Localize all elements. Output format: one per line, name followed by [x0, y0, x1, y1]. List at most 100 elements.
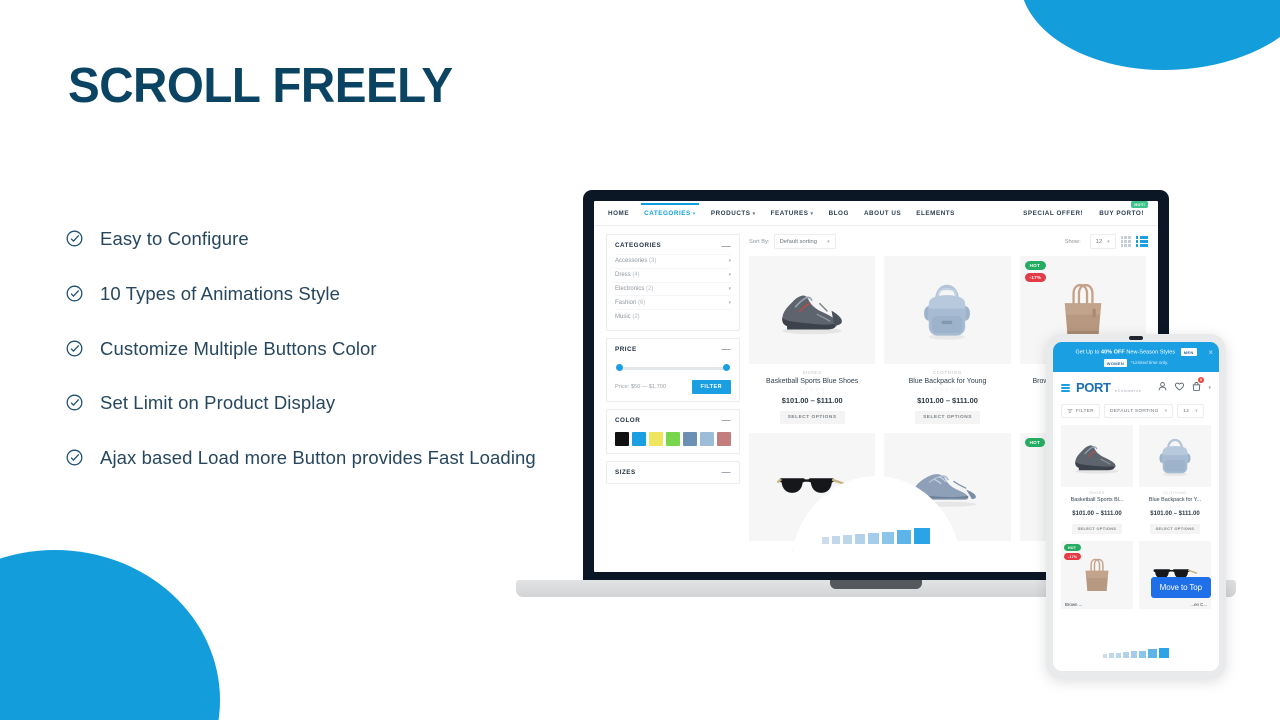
category-label: Accessories (3): [615, 258, 657, 265]
nav-item-features[interactable]: FEATURES ▾: [771, 204, 814, 223]
promo-subline: WOMEN *Limited time only.: [1060, 359, 1212, 367]
product-title[interactable]: Brown ...: [1065, 602, 1082, 607]
product-title[interactable]: Blue Backpack for Y...: [1139, 497, 1211, 503]
hot-badge: HOT: [1064, 544, 1082, 551]
feature-label: 10 Types of Animations Style: [100, 282, 341, 304]
chevron-down-icon[interactable]: ▾: [728, 300, 731, 306]
select-options-button[interactable]: SELECT OPTIONS: [779, 411, 845, 424]
women-tag[interactable]: WOMEN: [1103, 359, 1128, 367]
wishlist-heart-icon[interactable]: [1174, 379, 1185, 397]
product-price: $101.00 – $111.00: [1150, 511, 1200, 517]
phone-screen: Get Up to 40% OFF New-Season Styles MEN …: [1053, 342, 1219, 671]
collapse-icon[interactable]: —: [722, 345, 732, 354]
list-item[interactable]: Electronics (2) ▾: [615, 281, 731, 296]
product-card[interactable]: SHOES Basketball Sports Bl... ☆☆☆☆☆ $101…: [1061, 425, 1133, 535]
color-swatch[interactable]: [700, 431, 714, 446]
chevron-down-icon[interactable]: ▾: [1208, 385, 1211, 391]
categories-widget-header[interactable]: CATEGORIES —: [615, 241, 732, 254]
close-icon[interactable]: ×: [1208, 349, 1213, 357]
list-view-icon[interactable]: [1135, 236, 1149, 247]
product-card[interactable]: ...en C...: [1139, 541, 1211, 609]
discount-badge: -17%: [1024, 273, 1047, 282]
product-card[interactable]: SHOES Basketball Sports Blue Shoes ☆☆☆☆☆…: [749, 256, 876, 424]
slide-canvas: SCROLL FREELY Easy to Configure 10 Types…: [0, 0, 1280, 720]
feature-label: Set Limit on Product Display: [100, 392, 336, 414]
color-swatch[interactable]: [717, 431, 731, 446]
widget-title: COLOR: [615, 416, 641, 424]
move-to-top-button[interactable]: Move to Top: [1150, 577, 1211, 598]
show-count-select[interactable]: 12 ▾: [1089, 234, 1116, 249]
list-item[interactable]: Accessories (3) ▾: [615, 254, 731, 268]
select-options-button[interactable]: SELECT OPTIONS: [915, 411, 980, 424]
slider-handle-min[interactable]: [616, 364, 623, 372]
brand-logo[interactable]: PORT eCommerce: [1076, 379, 1142, 397]
filter-button[interactable]: FILTER: [1061, 404, 1100, 418]
site-navigation: HOME CATEGORIES ▾ PRODUCTS ▾ FEATURES ▾ BLO…: [594, 201, 1158, 226]
list-item: Set Limit on Product Display: [66, 390, 536, 417]
nav-item-special-offer[interactable]: SPECIAL OFFER!: [1023, 204, 1083, 223]
product-title[interactable]: Basketball Sports Bl...: [1061, 497, 1133, 503]
collapse-icon[interactable]: —: [722, 241, 732, 250]
color-widget-header[interactable]: COLOR —: [615, 416, 732, 429]
list-item[interactable]: Music (2): [615, 309, 731, 323]
product-title[interactable]: Basketball Sports Blue Shoes: [749, 378, 875, 385]
product-image: [1061, 425, 1133, 487]
nav-item-blog[interactable]: BLOG: [829, 204, 849, 223]
hamburger-menu-icon[interactable]: [1061, 384, 1070, 392]
category-label: Fashion (6): [615, 299, 646, 306]
product-title[interactable]: ...en C...: [1190, 602, 1207, 607]
loading-bars: [822, 528, 930, 544]
men-tag[interactable]: MEN: [1180, 348, 1197, 356]
nav-item-products[interactable]: PRODUCTS ▾: [711, 204, 756, 223]
list-item[interactable]: Dress (4) ▾: [615, 267, 731, 282]
chevron-down-icon: ▾: [752, 210, 756, 217]
filter-button[interactable]: FILTER: [691, 379, 731, 394]
list-item: 10 Types of Animations Style: [66, 281, 536, 308]
account-icon[interactable]: [1157, 379, 1168, 397]
chevron-down-icon: ▾: [692, 210, 696, 217]
product-card[interactable]: CLOTHING Blue Backpack for Young ☆☆☆☆☆ $…: [884, 256, 1011, 424]
list-item[interactable]: Fashion (6) ▾: [615, 295, 731, 309]
collapse-icon[interactable]: —: [722, 416, 732, 425]
select-options-button[interactable]: SELECT OPTIONS: [1071, 524, 1123, 534]
categories-widget: CATEGORIES — Accessories (3) ▾ Dress (4)…: [606, 234, 740, 331]
slider-handle-max[interactable]: [723, 364, 730, 372]
color-swatch[interactable]: [632, 431, 646, 446]
status-badge: HOT!: [1131, 201, 1148, 208]
price-range-slider[interactable]: [616, 364, 730, 372]
collapse-icon[interactable]: —: [722, 468, 732, 477]
chevron-down-icon[interactable]: ▾: [728, 286, 731, 292]
feature-label: Ajax based Load more Button provides Fas…: [100, 447, 536, 469]
color-swatch[interactable]: [649, 431, 663, 446]
show-count-select[interactable]: 12 ▾: [1177, 404, 1204, 418]
product-card[interactable]: CLOTHING Blue Backpack for Y... ☆☆☆☆☆ $1…: [1139, 425, 1211, 535]
chevron-down-icon[interactable]: ▾: [728, 272, 731, 278]
select-options-button[interactable]: SELECT OPTIONS: [1149, 524, 1201, 534]
sorting-select[interactable]: DEFAULT SORTING ▾: [1103, 404, 1174, 418]
sizes-widget: SIZES —: [606, 460, 740, 484]
color-swatch[interactable]: [683, 431, 697, 446]
check-circle-icon: [66, 394, 83, 411]
nav-item-about-us[interactable]: ABOUT US: [864, 204, 901, 223]
grid-view-icon[interactable]: [1120, 236, 1131, 247]
price-widget-header[interactable]: PRICE —: [615, 345, 732, 358]
sort-by-select[interactable]: Default sorting ▾: [773, 234, 836, 249]
chevron-down-icon[interactable]: ▾: [728, 258, 731, 264]
sizes-widget-header[interactable]: SIZES —: [615, 468, 732, 477]
nav-item-categories[interactable]: CATEGORIES ▾: [641, 202, 699, 223]
product-badges: HOT: [1024, 438, 1045, 447]
promo-banner: Get Up to 40% OFF New-Season Styles MEN …: [1053, 342, 1219, 372]
product-badges: HOT -17%: [1064, 544, 1082, 560]
list-item: Easy to Configure: [66, 226, 536, 253]
feature-list: Easy to Configure 10 Types of Animations…: [66, 226, 536, 472]
nav-item-elements[interactable]: ELEMENTS: [916, 204, 955, 223]
toolbar-right-group: Show: 12 ▾: [1065, 234, 1149, 249]
chevron-down-icon: ▾: [827, 238, 830, 245]
nav-item-home[interactable]: HOME: [608, 204, 629, 223]
color-swatch[interactable]: [615, 431, 629, 446]
color-swatch[interactable]: [666, 431, 680, 446]
product-card[interactable]: HOT -17% Brown ...: [1061, 541, 1133, 609]
nav-item-buy-porto[interactable]: BUY PORTO! HOT!: [1099, 201, 1148, 223]
phone-header-icons: 0 ▾: [1157, 377, 1211, 397]
product-title[interactable]: Blue Backpack for Young: [884, 378, 1010, 385]
